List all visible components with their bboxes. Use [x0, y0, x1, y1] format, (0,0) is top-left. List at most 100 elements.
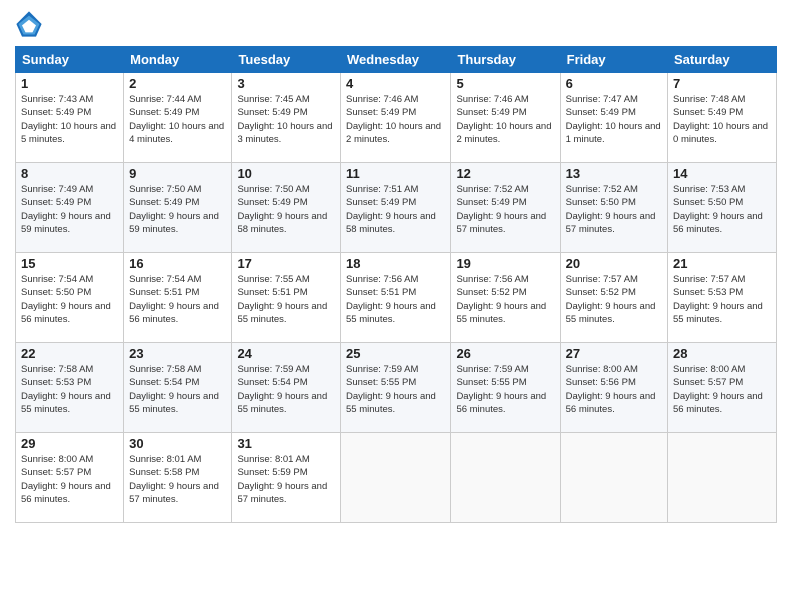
weekday-header: Wednesday: [341, 47, 451, 73]
calendar-cell: 7 Sunrise: 7:48 AMSunset: 5:49 PMDaylight…: [668, 73, 777, 163]
day-info: Sunrise: 7:49 AMSunset: 5:49 PMDaylight:…: [21, 183, 118, 236]
day-number: 7: [673, 76, 771, 91]
calendar-cell: 3Sunrise: 7:45 AMSunset: 5:49 PMDaylight…: [232, 73, 341, 163]
calendar-cell: 24 Sunrise: 7:59 AMSunset: 5:54 PMDayligh…: [232, 343, 341, 433]
calendar-cell: 8 Sunrise: 7:49 AMSunset: 5:49 PMDaylight…: [16, 163, 124, 253]
day-info: Sunrise: 7:52 AMSunset: 5:50 PMDaylight:…: [566, 183, 662, 236]
day-info: Sunrise: 7:52 AMSunset: 5:49 PMDaylight:…: [456, 183, 554, 236]
day-number: 25: [346, 346, 445, 361]
day-info: Sunrise: 7:56 AMSunset: 5:51 PMDaylight:…: [346, 273, 445, 326]
logo: [15, 10, 47, 38]
calendar-cell: 19 Sunrise: 7:56 AMSunset: 5:52 PMDayligh…: [451, 253, 560, 343]
day-number: 16: [129, 256, 226, 271]
day-number: 19: [456, 256, 554, 271]
calendar: SundayMondayTuesdayWednesdayThursdayFrid…: [15, 46, 777, 523]
weekday-header: Saturday: [668, 47, 777, 73]
day-number: 11: [346, 166, 445, 181]
calendar-cell: 15 Sunrise: 7:54 AMSunset: 5:50 PMDayligh…: [16, 253, 124, 343]
calendar-cell: 4 Sunrise: 7:46 AMSunset: 5:49 PMDaylight…: [341, 73, 451, 163]
calendar-cell: 6 Sunrise: 7:47 AMSunset: 5:49 PMDaylight…: [560, 73, 667, 163]
calendar-cell: 9 Sunrise: 7:50 AMSunset: 5:49 PMDaylight…: [124, 163, 232, 253]
calendar-cell: [560, 433, 667, 523]
calendar-cell: 5 Sunrise: 7:46 AMSunset: 5:49 PMDaylight…: [451, 73, 560, 163]
day-number: 30: [129, 436, 226, 451]
day-number: 23: [129, 346, 226, 361]
day-info: Sunrise: 7:54 AMSunset: 5:51 PMDaylight:…: [129, 273, 226, 326]
day-info: Sunrise: 7:53 AMSunset: 5:50 PMDaylight:…: [673, 183, 771, 236]
day-number: 20: [566, 256, 662, 271]
day-info: Sunrise: 7:44 AMSunset: 5:49 PMDaylight:…: [129, 93, 226, 146]
day-info: Sunrise: 7:50 AMSunset: 5:49 PMDaylight:…: [237, 183, 335, 236]
day-number: 1: [21, 76, 118, 91]
day-info: Sunrise: 7:45 AMSunset: 5:49 PMDaylight:…: [237, 93, 335, 146]
day-number: 5: [456, 76, 554, 91]
weekday-header: Tuesday: [232, 47, 341, 73]
calendar-cell: 2 Sunrise: 7:44 AMSunset: 5:49 PMDaylight…: [124, 73, 232, 163]
day-info: Sunrise: 7:59 AMSunset: 5:55 PMDaylight:…: [456, 363, 554, 416]
calendar-cell: 22 Sunrise: 7:58 AMSunset: 5:53 PMDayligh…: [16, 343, 124, 433]
calendar-cell: 27 Sunrise: 8:00 AMSunset: 5:56 PMDayligh…: [560, 343, 667, 433]
day-number: 2: [129, 76, 226, 91]
day-info: Sunrise: 7:54 AMSunset: 5:50 PMDaylight:…: [21, 273, 118, 326]
day-number: 8: [21, 166, 118, 181]
weekday-header: Sunday: [16, 47, 124, 73]
day-info: Sunrise: 7:58 AMSunset: 5:54 PMDaylight:…: [129, 363, 226, 416]
calendar-cell: 10 Sunrise: 7:50 AMSunset: 5:49 PMDayligh…: [232, 163, 341, 253]
day-info: Sunrise: 7:46 AMSunset: 5:49 PMDaylight:…: [456, 93, 554, 146]
day-info: Sunrise: 7:47 AMSunset: 5:49 PMDaylight:…: [566, 93, 662, 146]
day-number: 6: [566, 76, 662, 91]
calendar-cell: 29 Sunrise: 8:00 AMSunset: 5:57 PMDayligh…: [16, 433, 124, 523]
calendar-week-row: 15 Sunrise: 7:54 AMSunset: 5:50 PMDayligh…: [16, 253, 777, 343]
header: [15, 10, 777, 38]
calendar-cell: 18 Sunrise: 7:56 AMSunset: 5:51 PMDayligh…: [341, 253, 451, 343]
day-number: 15: [21, 256, 118, 271]
day-number: 24: [237, 346, 335, 361]
day-info: Sunrise: 7:56 AMSunset: 5:52 PMDaylight:…: [456, 273, 554, 326]
weekday-header: Monday: [124, 47, 232, 73]
day-number: 14: [673, 166, 771, 181]
day-info: Sunrise: 8:00 AMSunset: 5:56 PMDaylight:…: [566, 363, 662, 416]
weekday-header: Thursday: [451, 47, 560, 73]
day-info: Sunrise: 7:58 AMSunset: 5:53 PMDaylight:…: [21, 363, 118, 416]
calendar-week-row: 1Sunrise: 7:43 AMSunset: 5:49 PMDaylight…: [16, 73, 777, 163]
day-info: Sunrise: 7:59 AMSunset: 5:55 PMDaylight:…: [346, 363, 445, 416]
weekday-header: Friday: [560, 47, 667, 73]
calendar-cell: 14 Sunrise: 7:53 AMSunset: 5:50 PMDayligh…: [668, 163, 777, 253]
day-info: Sunrise: 7:59 AMSunset: 5:54 PMDaylight:…: [237, 363, 335, 416]
page: SundayMondayTuesdayWednesdayThursdayFrid…: [0, 0, 792, 612]
day-number: 28: [673, 346, 771, 361]
calendar-cell: 1Sunrise: 7:43 AMSunset: 5:49 PMDaylight…: [16, 73, 124, 163]
day-number: 27: [566, 346, 662, 361]
calendar-cell: 26Sunrise: 7:59 AMSunset: 5:55 PMDayligh…: [451, 343, 560, 433]
day-number: 17: [237, 256, 335, 271]
day-info: Sunrise: 8:01 AMSunset: 5:58 PMDaylight:…: [129, 453, 226, 506]
day-info: Sunrise: 8:00 AMSunset: 5:57 PMDaylight:…: [673, 363, 771, 416]
day-info: Sunrise: 8:00 AMSunset: 5:57 PMDaylight:…: [21, 453, 118, 506]
calendar-cell: 23 Sunrise: 7:58 AMSunset: 5:54 PMDayligh…: [124, 343, 232, 433]
calendar-cell: 30 Sunrise: 8:01 AMSunset: 5:58 PMDayligh…: [124, 433, 232, 523]
calendar-cell: [451, 433, 560, 523]
calendar-cell: 13Sunrise: 7:52 AMSunset: 5:50 PMDayligh…: [560, 163, 667, 253]
day-info: Sunrise: 7:50 AMSunset: 5:49 PMDaylight:…: [129, 183, 226, 236]
day-number: 18: [346, 256, 445, 271]
day-number: 21: [673, 256, 771, 271]
calendar-week-row: 8 Sunrise: 7:49 AMSunset: 5:49 PMDaylight…: [16, 163, 777, 253]
day-info: Sunrise: 7:46 AMSunset: 5:49 PMDaylight:…: [346, 93, 445, 146]
calendar-cell: 25 Sunrise: 7:59 AMSunset: 5:55 PMDayligh…: [341, 343, 451, 433]
day-number: 22: [21, 346, 118, 361]
calendar-cell: 31Sunrise: 8:01 AMSunset: 5:59 PMDayligh…: [232, 433, 341, 523]
day-number: 10: [237, 166, 335, 181]
day-info: Sunrise: 7:48 AMSunset: 5:49 PMDaylight:…: [673, 93, 771, 146]
calendar-cell: 11Sunrise: 7:51 AMSunset: 5:49 PMDayligh…: [341, 163, 451, 253]
day-info: Sunrise: 7:57 AMSunset: 5:52 PMDaylight:…: [566, 273, 662, 326]
day-number: 4: [346, 76, 445, 91]
calendar-cell: 12Sunrise: 7:52 AMSunset: 5:49 PMDayligh…: [451, 163, 560, 253]
calendar-cell: [668, 433, 777, 523]
day-info: Sunrise: 8:01 AMSunset: 5:59 PMDaylight:…: [237, 453, 335, 506]
day-number: 29: [21, 436, 118, 451]
logo-icon: [15, 10, 43, 38]
day-number: 9: [129, 166, 226, 181]
calendar-week-row: 29 Sunrise: 8:00 AMSunset: 5:57 PMDayligh…: [16, 433, 777, 523]
calendar-cell: 28 Sunrise: 8:00 AMSunset: 5:57 PMDayligh…: [668, 343, 777, 433]
calendar-week-row: 22 Sunrise: 7:58 AMSunset: 5:53 PMDayligh…: [16, 343, 777, 433]
